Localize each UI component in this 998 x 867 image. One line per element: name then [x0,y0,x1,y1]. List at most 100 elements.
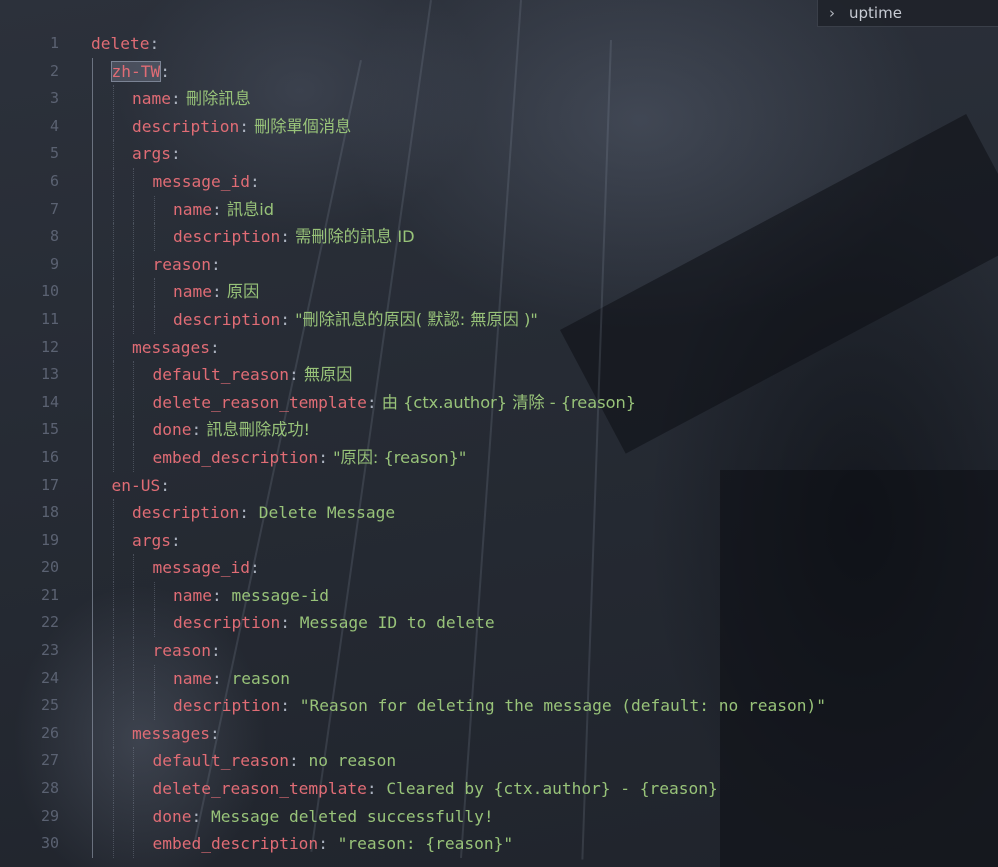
code-line[interactable]: 7 name: 訊息id [0,195,998,224]
yaml-value[interactable]: Delete Message [249,503,395,522]
code-content[interactable]: description: "Reason for deleting the me… [173,692,826,720]
code-line[interactable]: 18 description: Delete Message [0,499,998,527]
code-line[interactable]: 9 reason: [0,250,998,279]
yaml-key[interactable]: messages [132,724,210,743]
yaml-key[interactable]: description [132,503,239,522]
code-line[interactable]: 21 name: message-id [0,581,998,610]
yaml-value[interactable]: 訊息刪除成功! [201,420,310,439]
yaml-key[interactable]: name [173,669,212,688]
yaml-key[interactable]: name [173,282,212,301]
code-line[interactable]: 6 message_id: [0,167,998,196]
yaml-key[interactable]: embed_description [153,834,319,853]
code-content[interactable]: args: [132,527,181,555]
outline-item-label[interactable]: uptime [846,4,902,22]
code-content[interactable]: zh-TW: [110,58,170,86]
code-content[interactable]: args: [132,140,181,168]
code-line[interactable]: 14 delete_reason_template: 由 {ctx.author}… [0,388,998,417]
code-line[interactable]: 15 done: 訊息刪除成功! [0,416,998,444]
code-line[interactable]: 12 messages: [0,333,998,362]
yaml-key[interactable]: description [173,227,280,246]
yaml-value[interactable]: Message ID to delete [290,613,495,632]
yaml-key[interactable]: description [173,696,280,715]
code-content[interactable]: name: 原因 [173,278,259,306]
code-line[interactable]: 13 default_reason: 無原因 [0,361,998,389]
yaml-value[interactable]: Cleared by {ctx.author} - {reason} [377,779,717,798]
code-content[interactable]: reason: [153,251,221,279]
code-line[interactable]: 5 args: [0,140,998,168]
code-content[interactable]: description: Delete Message [132,499,395,527]
yaml-value[interactable]: 無原因 [299,365,353,384]
yaml-value[interactable]: 由 {ctx.author} 清除 - {reason} [377,393,636,412]
code-content[interactable]: messages: [132,334,220,362]
yaml-key[interactable]: args [132,144,171,163]
code-content[interactable]: delete: [91,30,159,58]
code-line[interactable]: 19 args: [0,526,998,555]
yaml-key[interactable]: message_id [153,172,250,191]
yaml-value[interactable]: "刪除訊息的原因( 默認: 無原因 )" [290,310,538,329]
yaml-key[interactable]: reason [153,255,211,274]
yaml-key[interactable]: done [153,807,192,826]
yaml-key[interactable]: delete_reason_template [153,779,367,798]
yaml-key[interactable]: default_reason [153,365,289,384]
code-content[interactable]: name: reason [173,665,290,693]
code-line[interactable]: 2 zh-TW: [0,57,998,86]
yaml-key[interactable]: messages [132,338,210,357]
code-line[interactable]: 16 embed_description: "原因: {reason}" [0,443,998,472]
code-line[interactable]: 4 description: 刪除單個消息 [0,112,998,141]
yaml-key[interactable]: name [132,89,171,108]
code-content[interactable]: done: 訊息刪除成功! [153,416,311,444]
code-content[interactable]: en-US: [112,472,170,500]
yaml-key[interactable]: description [132,117,239,136]
yaml-value[interactable]: "reason: {reason}" [328,834,513,853]
yaml-key[interactable]: embed_description [153,448,319,467]
code-line[interactable]: 20 message_id: [0,554,998,582]
yaml-value[interactable]: "Reason for deleting the message (defaul… [290,696,826,715]
code-content[interactable]: delete_reason_template: Cleared by {ctx.… [153,775,718,803]
code-editor[interactable]: 1 delete: 2 zh-TW: 3 name: 刪除訊息 4 description: … [0,30,998,858]
code-content[interactable]: message_id: [153,168,260,196]
yaml-key[interactable]: done [153,420,192,439]
code-line[interactable]: 23 reason: [0,637,998,665]
yaml-key[interactable]: delete [91,34,149,53]
code-line[interactable]: 24 name: reason [0,664,998,693]
code-line[interactable]: 1 delete: [0,30,998,58]
yaml-value[interactable]: 訊息id [222,200,274,219]
code-line[interactable]: 29 done: Message deleted successfully! [0,802,998,831]
code-line[interactable]: 28 delete_reason_template: Cleared by {ct… [0,775,998,803]
yaml-key[interactable]: delete_reason_template [153,393,367,412]
code-content[interactable]: description: 刪除單個消息 [132,113,351,141]
yaml-key[interactable]: message_id [153,558,250,577]
code-content[interactable]: description: 需刪除的訊息 ID [173,223,415,251]
code-line[interactable]: 25 description: "Reason for deleting the … [0,692,998,720]
code-line[interactable]: 8 description: 需刪除的訊息 ID [0,223,998,251]
yaml-key[interactable]: zh-TW [110,60,162,82]
code-line[interactable]: 11 description: "刪除訊息的原因( 默認: 無原因 )" [0,305,998,334]
yaml-value[interactable]: no reason [299,751,396,770]
code-content[interactable]: embed_description: "原因: {reason}" [153,444,467,472]
yaml-value[interactable]: 原因 [222,282,259,301]
code-content[interactable]: description: Message ID to delete [173,609,495,637]
yaml-key[interactable]: name [173,586,212,605]
code-line[interactable]: 27 default_reason: no reason [0,747,998,776]
code-content[interactable]: embed_description: "reason: {reason}" [153,830,514,858]
yaml-key[interactable]: args [132,531,171,550]
code-content[interactable]: delete_reason_template: 由 {ctx.author} 清… [153,389,637,417]
code-content[interactable]: name: 刪除訊息 [132,85,251,113]
code-content[interactable]: messages: [132,720,220,748]
yaml-key[interactable]: name [173,200,212,219]
code-line[interactable]: 22 description: Message ID to delete [0,609,998,638]
yaml-key[interactable]: default_reason [153,751,289,770]
code-line[interactable]: 26 messages: [0,719,998,748]
yaml-key[interactable]: description [173,613,280,632]
code-content[interactable]: message_id: [153,554,260,582]
yaml-value[interactable]: message-id [222,586,328,605]
code-content[interactable]: reason: [153,637,221,665]
code-content[interactable]: description: "刪除訊息的原因( 默認: 無原因 )" [173,306,538,334]
yaml-value[interactable]: "原因: {reason}" [328,448,466,467]
code-line[interactable]: 17 en-US: [0,471,998,500]
yaml-key[interactable]: reason [153,641,211,660]
code-content[interactable]: done: Message deleted successfully! [153,803,494,831]
outline-panel[interactable]: › uptime [817,0,998,27]
yaml-value[interactable]: 需刪除的訊息 ID [290,227,415,246]
code-content[interactable]: default_reason: 無原因 [153,361,353,389]
